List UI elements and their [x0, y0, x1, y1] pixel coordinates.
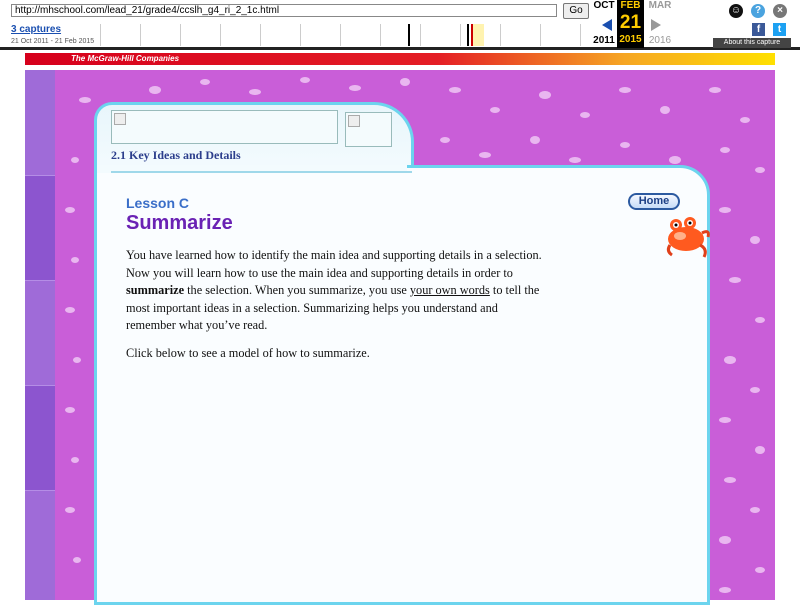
broken-image-icon	[114, 113, 126, 125]
intro-bold-term: summarize	[126, 283, 185, 298]
own-words-link[interactable]: your own words	[410, 283, 490, 297]
instruction-text: Click below to see a model of how to sum…	[126, 346, 370, 360]
intro-text-1: You have learned how to identify the mai…	[126, 248, 542, 280]
section-heading: 2.1 Key Ideas and Details	[111, 148, 241, 162]
current-month: FEB	[620, 0, 641, 11]
captures-link[interactable]: 3 captures	[11, 24, 61, 35]
lesson-label: Lesson C	[126, 195, 190, 211]
prev-month[interactable]: OCT	[589, 0, 619, 11]
home-button[interactable]: Home	[628, 193, 680, 210]
side-tab-3[interactable]	[25, 385, 55, 491]
facebook-icon[interactable]: f	[752, 23, 765, 36]
side-tab-1[interactable]	[25, 175, 55, 281]
current-year: 2015	[619, 34, 642, 45]
wayback-toolbar: Go 3 captures 21 Oct 2011 - 21 Feb 2015 …	[0, 0, 800, 50]
intro-text-2: the selection. When you summarize, you u…	[184, 283, 410, 298]
current-capture-date: FEB 21 2015	[617, 0, 644, 48]
side-tab-2[interactable]	[25, 280, 55, 386]
page-title: Summarize	[126, 212, 233, 234]
current-day: 21	[619, 12, 642, 33]
url-input[interactable]	[11, 4, 557, 17]
next-capture-icon	[651, 19, 661, 31]
user-icon[interactable]: ☺	[729, 4, 743, 18]
frog-mascot-icon	[666, 217, 710, 258]
date-range: 21 Oct 2011 - 21 Feb 2015	[11, 38, 95, 45]
go-button[interactable]: Go	[563, 3, 589, 19]
banner-image-broken	[111, 110, 338, 144]
broken-image-icon	[348, 115, 360, 127]
section-divider	[111, 171, 412, 173]
thumbnail-image-broken	[345, 112, 392, 147]
prev-capture-icon[interactable]	[602, 19, 612, 31]
side-tabs	[25, 70, 55, 600]
capture-sparkline[interactable]	[100, 22, 588, 46]
twitter-icon[interactable]: t	[773, 23, 786, 36]
intro-paragraph: You have learned how to identify the mai…	[126, 247, 546, 335]
side-tab-4[interactable]	[25, 490, 55, 600]
publisher-bar: The McGraw-Hill Companies	[25, 53, 775, 65]
next-year: 2016	[648, 35, 672, 46]
about-capture-link[interactable]: About this capture	[713, 38, 791, 48]
next-month: MAR	[648, 0, 672, 11]
publisher-logo: The McGraw-Hill Companies	[71, 54, 180, 63]
help-icon[interactable]: ?	[751, 4, 765, 18]
close-icon[interactable]: ×	[773, 4, 787, 18]
prev-year: 2011	[593, 35, 615, 46]
